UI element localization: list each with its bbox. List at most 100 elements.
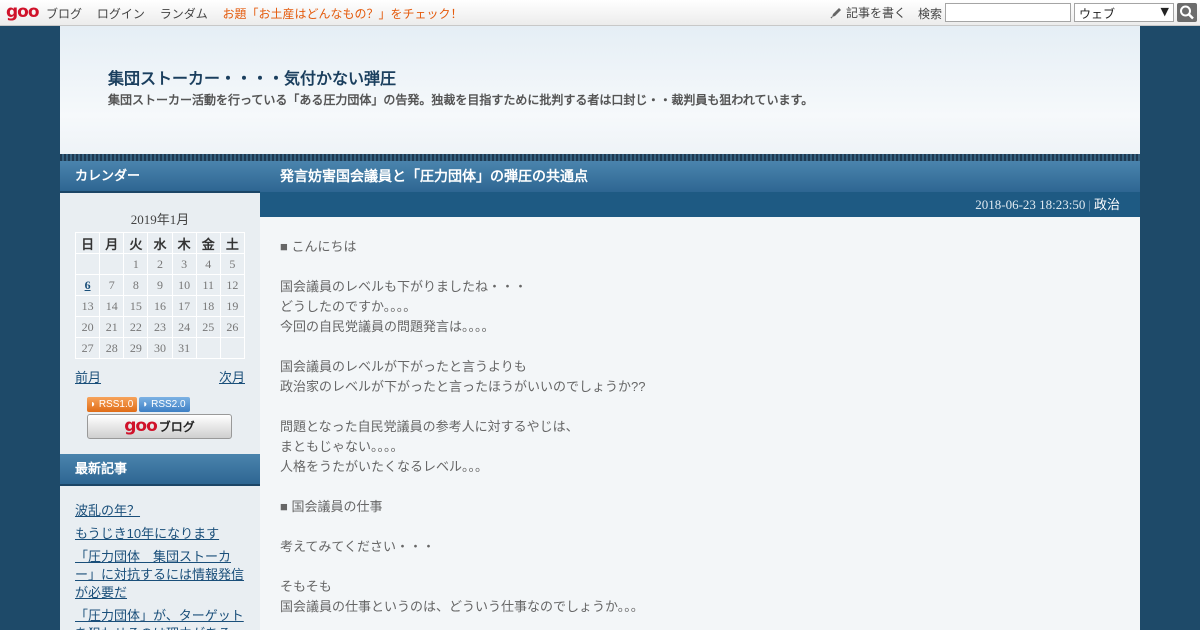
article-paragraph-line: 今回の自民党議員の問題発言は。。。。 <box>280 319 495 334</box>
calendar-day: 18 <box>195 295 221 317</box>
calendar-day: 2 <box>147 253 173 275</box>
calendar-day: 27 <box>74 337 101 359</box>
calendar-day[interactable]: 6 <box>74 274 101 296</box>
recent-article-link[interactable]: もうじき10年になります <box>75 526 219 541</box>
promo-topic-link[interactable]: お題「お土産はどんなもの？」をチェック！ <box>223 7 463 21</box>
calendar-day: 20 <box>74 316 101 338</box>
article-paragraph-line: 人格をうたがいたくなるレベル。。。 <box>280 459 489 474</box>
calendar-day: 13 <box>74 295 101 317</box>
calendar-day: 24 <box>171 316 197 338</box>
meta-separator: | <box>1088 197 1091 212</box>
calendar-day: 4 <box>195 253 221 275</box>
calendar-day: 17 <box>171 295 197 317</box>
goo-blog-logo: goo <box>124 416 158 436</box>
calendar-day: 25 <box>195 316 221 338</box>
article-blank-line <box>280 397 1120 417</box>
write-article-label: 記事を書く <box>846 6 907 20</box>
article-title[interactable]: 発言妨害国会議員と「圧力団体」の弾圧の共通点 <box>260 161 1140 192</box>
weekday-header: 土 <box>219 232 246 254</box>
prev-month-link[interactable]: 前月 <box>75 367 101 386</box>
rss-links: ◗ RSS1.0 ◗ RSS2.0 <box>87 392 192 412</box>
calendar-heading: カレンダー <box>60 161 260 193</box>
article-paragraph-line: どうしたのですか。。。。 <box>280 299 417 314</box>
article: 発言妨害国会議員と「圧力団体」の弾圧の共通点 2018-06-23 18:23:… <box>260 161 1140 630</box>
rss-icon: ◗ <box>90 399 99 410</box>
rss1-button[interactable]: ◗ RSS1.0 <box>87 397 138 412</box>
recent-article-link[interactable]: 「圧力団体」が、ターゲットを狙わせるのは理由がある <box>75 608 244 630</box>
recent-article-item: もうじき10年になります <box>75 525 246 543</box>
weekday-header: 月 <box>99 232 125 254</box>
calendar-day: 30 <box>147 337 173 359</box>
calendar-day: 8 <box>123 274 149 296</box>
calendar-day: 19 <box>219 295 246 317</box>
nav-login-link[interactable]: ログイン <box>97 7 145 21</box>
search-scope-value: ウェブ <box>1079 7 1116 21</box>
rss-icon: ◗ <box>142 399 152 410</box>
article-paragraph-line: ■ 国会議員の仕事 <box>280 499 383 514</box>
calendar-day: 10 <box>171 274 197 296</box>
calendar-day: 14 <box>99 295 125 317</box>
article-body: ■ こんにちは 国会議員のレベルも下がりましたね・・・ どうしたのですか。。。。 今回… <box>260 217 1140 617</box>
recent-list: 波乱の年？ もうじき10年になります「圧力団体 集団ストーカー」に対抗するには情報… <box>60 486 260 630</box>
recent-article-item: 「圧力団体 集団ストーカー」に対抗するには情報発信が必要だ <box>75 548 246 602</box>
weekday-header: 火 <box>123 232 149 254</box>
search-label: 検索 <box>918 7 943 21</box>
calendar: 2019年1月 日月火水木金土 1 2 3 4 5 6 7 8 9 10 11 12 13 14 15 16 1… <box>60 193 260 386</box>
article-datetime: 2018-06-23 18:23:50 <box>975 197 1086 212</box>
search-input[interactable] <box>945 3 1071 22</box>
calendar-caption: 2019年1月 <box>130 212 190 227</box>
calendar-day: 9 <box>147 274 173 296</box>
article-paragraph-line: 問題となった自民党議員の参考人に対するやじは、 <box>280 419 579 434</box>
chevron-down-icon: ▼ <box>1160 5 1169 18</box>
recent-article-link[interactable]: 「圧力団体 集団ストーカー」に対抗するには情報発信が必要だ <box>75 549 244 600</box>
recent-article-link[interactable]: 波乱の年？ <box>75 503 140 518</box>
goo-logo[interactable]: goo <box>6 2 40 22</box>
blog-title[interactable]: 集団ストーカー・・・・気付かない弾圧 <box>108 65 396 89</box>
next-month-link[interactable]: 次月 <box>219 367 245 386</box>
weekday-header: 金 <box>195 232 221 254</box>
search-button[interactable] <box>1177 3 1197 22</box>
blog-header: 集団ストーカー・・・・気付かない弾圧 集団ストーカー活動を行っている「ある圧力団… <box>60 26 1140 154</box>
article-paragraph-line: 国会議員の仕事というのは、どういう仕事なのでしょうか。。。 <box>280 599 644 614</box>
recent-articles: 最新記事 波乱の年？ もうじき10年になります「圧力団体 集団ストーカー」に対抗す… <box>60 454 260 630</box>
recent-article-item: 「圧力団体」が、ターゲットを狙わせるのは理由がある <box>75 607 246 630</box>
header-divider <box>60 154 1140 161</box>
search-scope-select[interactable]: ウェブ ▼ <box>1074 3 1174 22</box>
calendar-day: 31 <box>171 337 197 359</box>
article-meta: 2018-06-23 18:23:50 | 政治 <box>260 192 1140 217</box>
article-blank-line <box>280 557 1120 577</box>
article-paragraph-line: 国会議員のレベルが下がったと言うよりも <box>280 359 527 374</box>
blog-description: 集団ストーカー活動を行っている「ある圧力団体」の告発。独裁を目指すために批判する… <box>108 93 814 107</box>
calendar-week: 20 21 22 23 24 25 26 <box>74 316 246 338</box>
calendar-day: 28 <box>99 337 125 359</box>
calendar-empty-cell <box>219 337 246 359</box>
toolbar-nav: ブログ ログイン ランダム お題「お土産はどんなもの？」をチェック！ <box>46 5 474 22</box>
calendar-week: 6 7 8 9 10 11 12 <box>74 274 246 296</box>
rss1-label: RSS1.0 <box>98 399 134 410</box>
calendar-week: 12345 <box>74 253 246 275</box>
calendar-day: 21 <box>99 316 125 338</box>
rss2-label: RSS2.0 <box>151 399 186 410</box>
recent-heading: 最新記事 <box>60 454 260 486</box>
weekday-header: 水 <box>147 232 173 254</box>
nav-blog-link[interactable]: ブログ <box>46 7 82 21</box>
calendar-day: 26 <box>219 316 246 338</box>
search-icon <box>1180 5 1194 20</box>
write-article-link[interactable]: 記事を書く <box>830 4 906 21</box>
calendar-day: 22 <box>123 316 149 338</box>
article-blank-line <box>280 477 1120 497</box>
calendar-day: 12 <box>219 274 246 296</box>
article-paragraph-line: ■ こんにちは <box>280 239 357 254</box>
article-category-link[interactable]: 政治 <box>1094 197 1120 212</box>
article-blank-line <box>280 517 1120 537</box>
article-paragraph-line: 考えてみてください・・・ <box>280 539 435 554</box>
goo-blog-banner[interactable]: goo ブログ <box>87 414 232 439</box>
nav-random-link[interactable]: ランダム <box>160 7 208 21</box>
article-blank-line <box>280 257 1120 277</box>
calendar-nav: 前月 次月 <box>75 367 245 386</box>
calendar-week: 27 28 29 30 31 <box>74 337 246 359</box>
goo-blog-label: ブログ <box>158 420 195 434</box>
calendar-week: 13 14 15 16 17 18 19 <box>74 295 246 317</box>
calendar-day: 7 <box>99 274 125 296</box>
rss2-button[interactable]: ◗ RSS2.0 <box>139 397 190 412</box>
